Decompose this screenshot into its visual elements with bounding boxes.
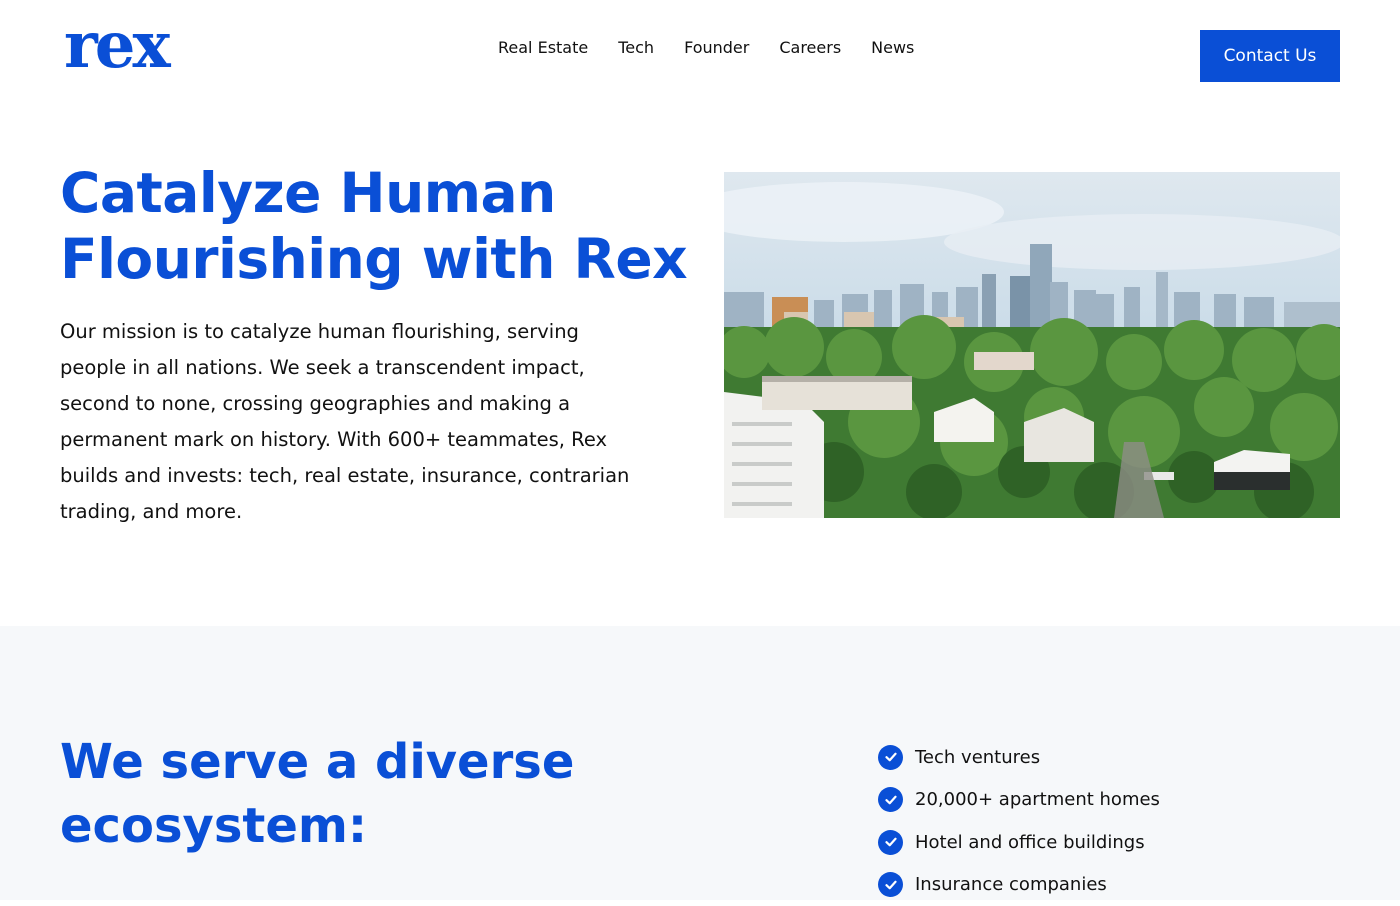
list-item-label: Tech ventures [915,747,1040,768]
list-item: Hotel and office buildings [878,821,1160,864]
nav-item-news[interactable]: News [871,38,914,57]
check-circle-icon [878,872,903,897]
list-item-label: Hotel and office buildings [915,832,1145,853]
list-item-label: 20,000+ apartment homes [915,789,1160,810]
hero-title-line2: Flourishing with Rex [60,227,687,291]
rex-logo[interactable]: rex [64,14,168,78]
ecosystem-section: We serve a diverse ecosystem: Tech ventu… [0,626,1400,900]
nav-item-founder[interactable]: Founder [684,38,749,57]
ecosystem-title-line1: We serve a diverse [60,734,574,790]
list-item: Tech ventures [878,736,1160,779]
city-skyline-image [724,172,1340,518]
list-item-label: Insurance companies [915,874,1107,895]
check-circle-icon [878,745,903,770]
nav-item-real-estate[interactable]: Real Estate [498,38,588,57]
hero-mission-text: Our mission is to catalyze human flouris… [60,314,640,530]
ecosystem-checklist: Tech ventures 20,000+ apartment homes Ho… [878,736,1160,906]
nav-item-careers[interactable]: Careers [779,38,841,57]
contact-us-button[interactable]: Contact Us [1200,30,1340,82]
list-item: 20,000+ apartment homes [878,779,1160,822]
hero-title: Catalyze Human Flourishing with Rex [60,160,700,292]
nav-item-tech[interactable]: Tech [618,38,654,57]
check-circle-icon [878,787,903,812]
main-nav: Real Estate Tech Founder Careers News [498,38,914,57]
city-skyline-illustration [724,172,1340,518]
hero-title-line1: Catalyze Human [60,161,556,225]
ecosystem-title: We serve a diverse ecosystem: [60,730,620,858]
check-circle-icon [878,830,903,855]
ecosystem-title-line2: ecosystem: [60,798,367,854]
site-header: rex Real Estate Tech Founder Careers New… [0,0,1400,110]
